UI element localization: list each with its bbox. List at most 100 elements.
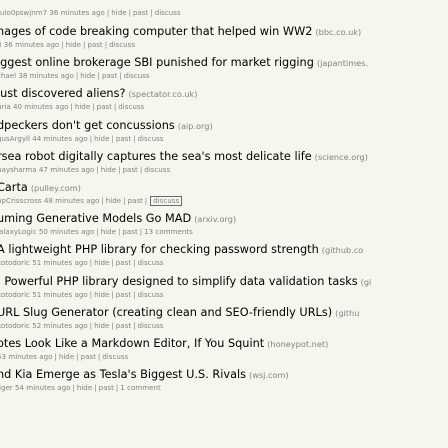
- story-title-link[interactable]: rsea robot digitally captures the sea's …: [0, 150, 312, 163]
- story-title-link[interactable]: Carta: [0, 181, 28, 194]
- story-title-link[interactable]: URL Slug Generator (creating clean and S…: [0, 306, 332, 319]
- story-site-link[interactable]: (bbc.co.uk): [315, 27, 361, 37]
- story-age-link[interactable]: 36 minutes ago: [4, 40, 59, 49]
- story-action-past[interactable]: past: [122, 227, 137, 236]
- separator: |: [61, 40, 64, 49]
- story-action-hide[interactable]: hide: [94, 258, 109, 267]
- story-title-link[interactable]: nages of code breaking computer that hel…: [0, 25, 312, 38]
- story-site-link[interactable]: (githu: [335, 308, 359, 318]
- story-action-past[interactable]: past: [116, 321, 131, 330]
- story-action-hide[interactable]: hide: [94, 290, 109, 299]
- story-action-hide[interactable]: hide: [75, 102, 90, 111]
- story-site-link[interactable]: (github.co: [322, 245, 364, 255]
- story-action-discuss[interactable]: discuss: [144, 165, 170, 174]
- story-user-link[interactable]: rulo0pswjnm7: [0, 8, 47, 17]
- story-age-link[interactable]: 48 minutes ago: [44, 196, 99, 205]
- story-action-past[interactable]: past: [102, 71, 117, 80]
- story-site-link[interactable]: (spectator.co.uk): [128, 89, 197, 99]
- story-action-discuss[interactable]: discuss: [138, 321, 164, 330]
- story-title-link[interactable]: nd Kia Emerge as Tesla's Biggest U.S. Ri…: [0, 368, 246, 381]
- story-comments-link[interactable]: 13 comments: [144, 227, 193, 236]
- story-user-link[interactable]: naysharma: [0, 165, 37, 174]
- story-action-hide[interactable]: hide: [101, 227, 116, 236]
- story-title-line: : Powerful PHP library designed to simpl…: [0, 273, 448, 290]
- separator: |: [96, 164, 99, 174]
- story-user-link[interactable]: 3: [0, 40, 2, 49]
- story-action-discuss[interactable]: discuss: [118, 102, 144, 111]
- story-action-hide[interactable]: hide: [59, 352, 74, 361]
- story-user-link[interactable]: jalaxyLogic: [0, 227, 37, 236]
- story-age-link[interactable]: 40 minutes ago: [13, 102, 68, 111]
- story-age-link[interactable]: 53 minutes ago: [0, 352, 52, 361]
- story-action-hide[interactable]: hide: [77, 383, 92, 392]
- story-title-link[interactable]: A lightweight PHP library for checking p…: [0, 243, 319, 256]
- story-action-past[interactable]: past: [116, 290, 131, 299]
- story-action-past[interactable]: past: [87, 40, 102, 49]
- story-title-line: otes Look Like a Markdown Editor, If You…: [0, 335, 448, 352]
- story-action-past[interactable]: past: [97, 102, 112, 111]
- story-title-line: Carta (pulley.com): [0, 179, 448, 196]
- story-title-link[interactable]: dpeckers don't get concussions: [0, 119, 175, 132]
- story-action-hide[interactable]: hide: [80, 71, 95, 80]
- story-action-discuss[interactable]: discuss: [138, 290, 164, 299]
- story-action-past[interactable]: past: [99, 383, 114, 392]
- story-action-past[interactable]: past: [81, 352, 96, 361]
- story-user-link[interactable]: kotodoric: [0, 258, 30, 267]
- story-action-discuss[interactable]: discuss: [138, 258, 164, 267]
- story-user-link[interactable]: kotodoric: [0, 290, 30, 299]
- story-title-link[interactable]: just discovered aliens?: [0, 87, 125, 100]
- story-site-link[interactable]: (gi: [361, 277, 372, 287]
- story-site-link[interactable]: (japantimes.: [317, 58, 368, 68]
- story-user-link[interactable]: chael: [0, 71, 16, 80]
- separator: |: [89, 289, 93, 299]
- story-action-discuss[interactable]: discuss: [138, 134, 164, 143]
- separator: |: [133, 289, 136, 299]
- separator: |: [82, 40, 86, 49]
- story-site-link[interactable]: (honeypot.net): [267, 339, 328, 349]
- story-title-link[interactable]: iggest online brokerage SBI punished for…: [0, 56, 314, 69]
- story-action-hide[interactable]: hide: [101, 165, 116, 174]
- story-age-link[interactable]: 47 minutes ago: [39, 165, 94, 174]
- story-user-link[interactable]: liger: [0, 383, 13, 392]
- story-age-link[interactable]: 36 minutes ago: [49, 8, 104, 17]
- story-action-past[interactable]: past: [116, 258, 131, 267]
- story-action-hide[interactable]: hide: [66, 40, 81, 49]
- story-age-link[interactable]: 50 minutes ago: [39, 227, 94, 236]
- story-user-link[interactable]: kotodoric: [0, 321, 30, 330]
- story-action-discuss-focused[interactable]: discuss: [150, 195, 183, 206]
- story-age-link[interactable]: 44 minutes ago: [32, 134, 87, 143]
- story-action-discuss[interactable]: discuss: [109, 40, 135, 49]
- story-comments-link[interactable]: 1 comment: [120, 383, 160, 392]
- separator: |: [72, 383, 75, 393]
- story-action-past[interactable]: past: [133, 8, 148, 17]
- story-title-link[interactable]: : Powerful PHP library designed to simpl…: [0, 275, 358, 288]
- story-site-link[interactable]: (wsj.com): [249, 370, 289, 380]
- story-action-hide[interactable]: hide: [94, 134, 109, 143]
- story-site-link[interactable]: (aip.org): [178, 121, 213, 131]
- story-age-link[interactable]: 38 minutes ago: [18, 71, 73, 80]
- story-title-line: URL Slug Generator (creating clean and S…: [0, 304, 448, 321]
- story-action-past[interactable]: past: [116, 134, 131, 143]
- story-title-link[interactable]: otes Look Like a Markdown Editor, If You…: [0, 337, 264, 350]
- story-user-link[interactable]: uria: [0, 102, 11, 111]
- story-age-link[interactable]: 51 minutes ago: [32, 258, 87, 267]
- story-action-discuss[interactable]: discuss: [102, 352, 128, 361]
- story-action-discuss[interactable]: discuss: [124, 71, 150, 80]
- story-site-link[interactable]: (pulley.com): [31, 183, 81, 193]
- separator: |: [133, 133, 136, 143]
- story-age-link[interactable]: 51 minutes ago: [32, 290, 87, 299]
- story-user-link[interactable]: gusArgyll: [0, 134, 30, 143]
- story-item: nages of code breaking computer that hel…: [0, 23, 448, 54]
- story-action-hide[interactable]: hide: [106, 196, 121, 205]
- story-action-hide[interactable]: hide: [111, 8, 126, 17]
- story-site-link[interactable]: (science.org): [315, 152, 368, 162]
- story-age-link[interactable]: 52 minutes ago: [32, 321, 87, 330]
- story-site-link[interactable]: (arxiv.org): [194, 214, 236, 224]
- story-action-past[interactable]: past: [122, 165, 137, 174]
- story-action-discuss[interactable]: discuss: [155, 8, 181, 17]
- story-user-link[interactable]: npCrisscross: [0, 196, 42, 205]
- story-action-past[interactable]: past: [127, 196, 142, 205]
- story-action-hide[interactable]: hide: [94, 321, 109, 330]
- story-age-link[interactable]: 54 minutes ago: [15, 383, 70, 392]
- story-title-link[interactable]: uming Generative Models Go MAD: [0, 212, 191, 225]
